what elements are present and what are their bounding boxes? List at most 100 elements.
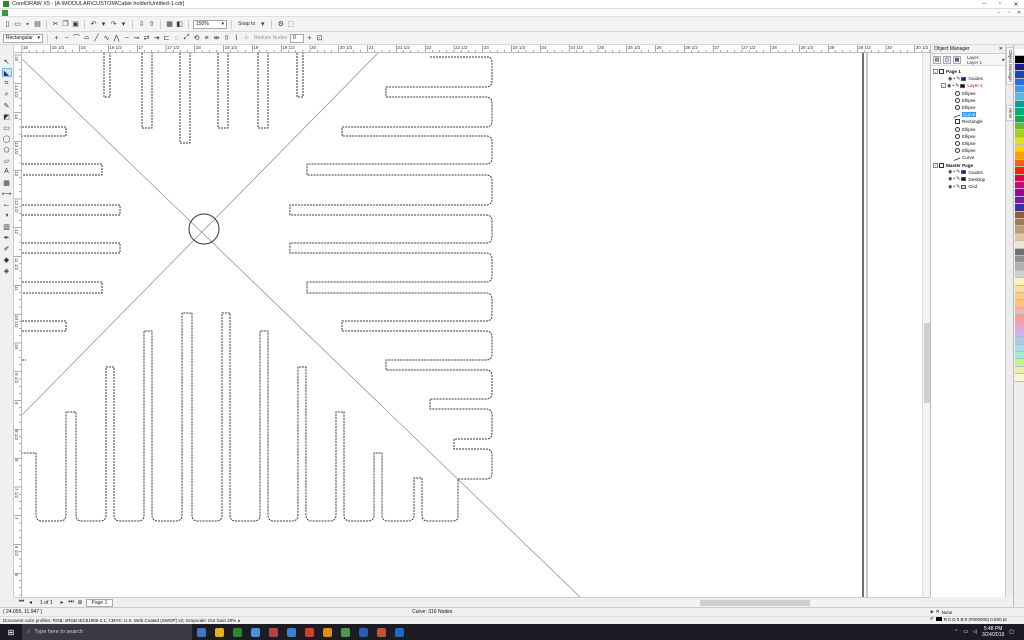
text-tool-icon[interactable]: A [2, 167, 12, 176]
palette-swatch[interactable] [1014, 248, 1024, 256]
pencil-icon[interactable]: ✎ [955, 83, 959, 89]
palette-swatch[interactable] [1014, 263, 1024, 271]
snap-to-button[interactable]: Snap to [236, 21, 257, 27]
palette-swatch[interactable] [1014, 159, 1024, 168]
freehand-tool-icon[interactable]: ✎ [2, 101, 12, 110]
layer-color-swatch[interactable] [961, 76, 967, 81]
align-nodes-icon[interactable]: ≡ [202, 34, 211, 43]
volume-icon[interactable]: ◁ [973, 629, 977, 635]
delete-node-icon[interactable]: − [62, 34, 71, 43]
palette-swatch[interactable] [1014, 322, 1024, 330]
tree-item-page[interactable]: - Master Page [931, 161, 1005, 168]
palette-swatch[interactable] [1014, 100, 1024, 109]
layer-color-swatch[interactable] [961, 170, 967, 175]
polygon-tool-icon[interactable]: ⬠ [2, 145, 12, 154]
taskbar-app-icon[interactable] [372, 624, 390, 640]
printer-icon[interactable]: ▪ [953, 176, 955, 182]
windows-start-icon[interactable]: ⊞ [0, 624, 22, 640]
add-node-icon[interactable]: + [52, 34, 61, 43]
auto-close-icon[interactable]: ◌ [172, 34, 181, 43]
elastic-mode-icon[interactable]: ⌇ [232, 34, 241, 43]
palette-swatch[interactable] [1014, 292, 1024, 301]
undo-dropdown-icon[interactable]: ▾ [99, 20, 108, 29]
eye-icon[interactable]: ◉ [948, 176, 952, 182]
add-page-icon[interactable]: ⊕ [77, 599, 84, 606]
dimension-tool-icon[interactable]: ⟷ [1, 189, 11, 198]
doc-close-button[interactable]: ✕ [1014, 10, 1024, 16]
welcome-screen-icon[interactable]: ◧ [175, 20, 184, 29]
first-page-icon[interactable]: ⏮ [18, 599, 25, 606]
palette-swatch[interactable] [1014, 56, 1024, 64]
palette-swatch[interactable] [1014, 78, 1024, 86]
palette-swatch[interactable] [1014, 174, 1024, 183]
palette-swatch[interactable] [1014, 152, 1024, 160]
palette-swatch[interactable] [1014, 285, 1024, 293]
palette-swatch[interactable] [1014, 182, 1024, 190]
taskbar-app-icon[interactable] [246, 624, 264, 640]
palette-swatch[interactable] [1014, 255, 1024, 264]
tree-item-layer[interactable]: - ◉ ▪ ✎ Layer 1 [931, 82, 1005, 89]
fill-outline-indicator[interactable]: ◈ ✕ None ✐ R:0 G:0 B:0 (#000000) 0.500 p… [930, 607, 1024, 624]
tree-item-layer[interactable]: ◉ ▪ ✎ Guides [931, 75, 1005, 82]
basic-shapes-tool-icon[interactable]: ▱ [2, 156, 12, 165]
zoom-tool-icon[interactable]: ⌕ [2, 90, 12, 99]
palette-swatch[interactable] [1014, 63, 1024, 72]
paste-icon[interactable]: ▣ [71, 20, 80, 29]
palette-swatch[interactable] [1014, 270, 1024, 279]
redo-icon[interactable]: ↷ [109, 20, 118, 29]
redo-dropdown-icon[interactable]: ▾ [119, 20, 128, 29]
page-tab[interactable]: Page 1 [85, 598, 114, 607]
options-gear-icon[interactable]: ⚙ [276, 20, 285, 29]
palette-swatch[interactable] [1014, 352, 1024, 360]
outline-pen-tool-icon[interactable]: ✐ [2, 244, 12, 253]
taskbar-app-icon[interactable] [282, 624, 300, 640]
taskbar-app-icon[interactable] [390, 624, 408, 640]
palette-swatch[interactable] [1014, 300, 1024, 308]
palette-swatch[interactable] [1014, 108, 1024, 116]
connector-tool-icon[interactable]: ⌙ [2, 200, 12, 209]
smooth-node-icon[interactable]: ⌢ [122, 34, 131, 43]
save-icon[interactable]: ▪ [23, 20, 32, 29]
application-launcher-icon[interactable]: ▦ [165, 20, 174, 29]
tree-item-ellipse[interactable]: Ellipse [931, 97, 1005, 104]
prev-page-icon[interactable]: ◂ [27, 599, 34, 606]
fill-tool-icon[interactable]: ◆ [2, 255, 12, 264]
to-curve-icon[interactable]: ∿ [102, 34, 111, 43]
curve-smoothness-input[interactable]: 0 [290, 33, 305, 43]
taskbar-app-icon[interactable] [210, 624, 228, 640]
tree-item-curve[interactable]: Curve [931, 111, 1005, 119]
reflect-horizontal-icon[interactable]: ⇹ [212, 34, 221, 43]
palette-swatch[interactable] [1014, 204, 1024, 212]
palette-swatch[interactable] [1014, 145, 1024, 153]
chevron-up-icon[interactable]: ⌃ [954, 629, 958, 635]
palette-swatch[interactable] [1014, 71, 1024, 79]
horizontal-scrollbar-thumb[interactable] [700, 599, 810, 606]
rectangle-tool-icon[interactable]: ▭ [2, 123, 12, 132]
break-curve-icon[interactable]: ⌓ [82, 34, 91, 43]
layer-color-swatch[interactable] [961, 177, 967, 182]
open-folder-icon[interactable]: ▭ [13, 20, 22, 29]
tree-item-ellipse[interactable]: Ellipse [931, 104, 1005, 111]
taskbar-search-box[interactable]: ○ Type here to search [22, 624, 192, 640]
stretch-nodes-icon[interactable]: ⤢ [182, 34, 191, 43]
tree-item-layer[interactable]: ◉ ▪ ✎ Grid [931, 183, 1005, 190]
cable-comb-curve[interactable] [22, 53, 493, 522]
eye-icon[interactable]: ◉ [948, 169, 952, 175]
doc-restore-button[interactable]: ▫ [1004, 10, 1014, 16]
pencil-icon[interactable]: ✎ [956, 176, 960, 182]
copy-icon[interactable]: ❐ [61, 20, 70, 29]
palette-swatch[interactable] [1014, 359, 1024, 367]
pencil-icon[interactable]: ✎ [956, 169, 960, 175]
collapse-icon[interactable]: - [933, 162, 938, 168]
eyedropper-tool-icon[interactable]: ✒ [2, 233, 12, 242]
next-page-icon[interactable]: ▸ [59, 599, 66, 606]
reverse-direction-icon[interactable]: ⇄ [142, 34, 151, 43]
reflect-vertical-icon[interactable]: ⇳ [222, 34, 231, 43]
close-icon[interactable]: ✕ [999, 46, 1003, 52]
palette-swatch[interactable] [1014, 366, 1024, 375]
undo-icon[interactable]: ↶ [89, 20, 98, 29]
diagonal-guide-descending[interactable] [22, 58, 581, 597]
horizontal-ruler[interactable]: 15 15 1/2 16 16 1/2 17 17 1/2 18 18 1/2 19 19 1/2… [14, 45, 930, 53]
maximize-button[interactable]: ▫ [992, 1, 1008, 8]
selection-mode-select[interactable]: Rectangular ▾ [3, 33, 43, 43]
